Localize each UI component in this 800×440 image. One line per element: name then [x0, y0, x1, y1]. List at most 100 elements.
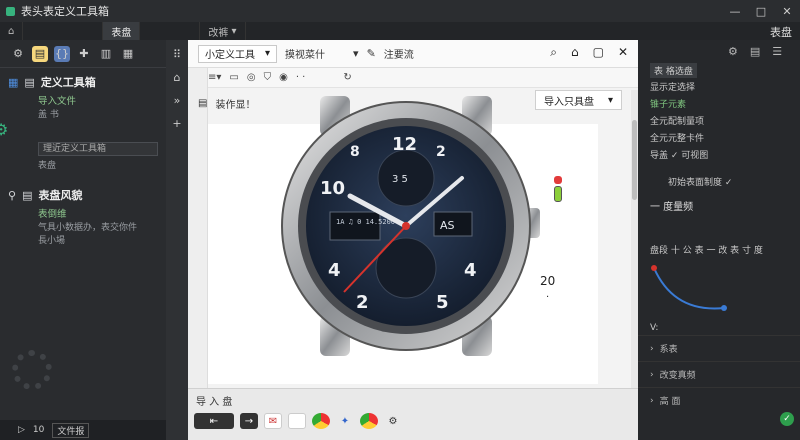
- rp-tab[interactable]: 表 格选盘: [650, 62, 697, 78]
- collapse-icon[interactable]: »: [174, 94, 181, 107]
- toolbox-title[interactable]: 定义工具箱: [41, 74, 96, 90]
- windows-icon: ▦: [8, 75, 19, 89]
- toolbox-input[interactable]: 理近定义工具箱: [38, 142, 158, 156]
- settings-green-icon: ⚙: [0, 120, 9, 139]
- hands-pivot: [402, 222, 410, 230]
- header-right-label: 表盘: [770, 26, 792, 39]
- title-bar: 表头表定义工具箱 — □ ✕: [0, 0, 800, 22]
- app-icon: [6, 6, 15, 16]
- mail-icon[interactable]: ✉: [264, 413, 282, 429]
- align-icon[interactable]: ≡▾: [208, 72, 221, 83]
- book-icon[interactable]: ▥: [98, 46, 114, 62]
- rp-row[interactable]: › 高 面: [638, 387, 800, 413]
- tab-watchface[interactable]: 表盘: [103, 22, 141, 40]
- maximize-icon[interactable]: □: [748, 0, 774, 22]
- toolbox-sub[interactable]: 导入文件: [8, 93, 158, 107]
- close-icon[interactable]: ✕: [618, 45, 628, 60]
- puzzle-icon[interactable]: ✚: [76, 46, 92, 62]
- settings-icon[interactable]: ⚙: [384, 413, 402, 429]
- rp-item[interactable]: 锥子元素: [638, 95, 800, 112]
- rp-slider-label: 盘段 十 公 表 一 改 表 寸 度: [650, 246, 763, 256]
- arrow-left-icon[interactable]: ⇤: [194, 413, 234, 429]
- numeral-12: 12: [392, 134, 417, 155]
- tab-blank-2[interactable]: [140, 22, 201, 40]
- home-icon[interactable]: ⌂: [0, 22, 24, 40]
- pencil-icon[interactable]: ✎: [367, 47, 376, 60]
- list-icon[interactable]: ☰: [772, 45, 782, 58]
- doc-label: 装作显！: [215, 100, 256, 111]
- eye-icon[interactable]: ◉: [279, 72, 288, 83]
- gear-icon[interactable]: ⚙: [728, 45, 738, 58]
- watchstyle-note: 气具小数据办，表交你件: [38, 223, 138, 233]
- home-icon[interactable]: ⌂: [174, 71, 181, 84]
- play-icon[interactable]: ▷: [18, 425, 25, 435]
- rp-item[interactable]: 导盖 ✓ 可视图: [638, 146, 800, 163]
- arrow-right-icon[interactable]: →: [240, 413, 258, 429]
- watch-image: 1A ♫ 0 14.5200 AS 3 5 12 2 4 5 2 4 8 10: [281, 96, 540, 356]
- bottom-number: 10: [32, 425, 45, 435]
- watchstyle-sub[interactable]: 表倒维: [8, 206, 158, 220]
- rp-item[interactable]: 全元元整卡件: [638, 129, 800, 146]
- doc-icon[interactable]: ▤: [750, 45, 760, 58]
- gear-icon[interactable]: ⚙: [10, 46, 26, 62]
- bottom-chip[interactable]: 文件报: [52, 422, 90, 438]
- square-icon[interactable]: ▢: [593, 45, 604, 60]
- numeral-5: 5: [436, 292, 449, 313]
- rp-row-label: 改变真频: [659, 371, 696, 381]
- edit-label[interactable]: 注要流: [384, 46, 414, 61]
- scroll-thumb[interactable]: [632, 120, 637, 200]
- browser-icon[interactable]: [360, 413, 378, 429]
- home-outline-icon[interactable]: ⌂: [571, 45, 579, 60]
- main-toolbar: 小定义工具 ▾ 摸视菜什 ▾ ✎ 注要流 ⌕ ⌂ ▢ ✕: [188, 40, 638, 68]
- vertical-scrollbar[interactable]: [631, 90, 638, 390]
- chevron-right-icon: ›: [650, 369, 654, 380]
- toolbox-sub2: 表盘: [38, 161, 57, 171]
- right-panel: ⚙ ▤ ☰ 表 格选盘 显示定选择 锥子元素 全元配制量项 全元元整卡件 导盖 …: [638, 40, 800, 440]
- rp-row[interactable]: › 系表: [638, 335, 800, 361]
- chrome-icon[interactable]: [312, 413, 330, 429]
- photos-icon[interactable]: ✦: [336, 413, 354, 429]
- numeral-4: 4: [464, 260, 477, 281]
- arc-slider[interactable]: [644, 258, 794, 318]
- taskbar: ⇤ → ✉ ✦ ⚙: [188, 410, 638, 432]
- right-panel-icons: ⚙ ▤ ☰: [638, 40, 800, 62]
- tab-label: 表盘: [111, 27, 132, 39]
- box-icon[interactable]: ▭: [229, 72, 238, 83]
- grid-icon[interactable]: ▦: [120, 46, 136, 62]
- folder-icon[interactable]: [288, 413, 306, 429]
- rp-item[interactable]: 显示定选择: [638, 78, 800, 95]
- watchstyle-title[interactable]: 表盘风貌: [38, 187, 82, 203]
- add-icon[interactable]: +: [172, 117, 181, 130]
- refresh-icon[interactable]: ↻: [343, 72, 351, 83]
- speech-icon[interactable]: ◎: [247, 72, 256, 83]
- rp-section-v: V:: [650, 323, 659, 333]
- grid-dots-icon[interactable]: ⠿: [173, 48, 181, 61]
- check-icon[interactable]: ✓: [780, 412, 794, 426]
- numeral-10: 10: [320, 178, 345, 199]
- tab-blank[interactable]: [23, 22, 104, 40]
- chevron-down-icon[interactable]: ▾: [353, 47, 359, 60]
- chevron-down-icon: ▾: [265, 48, 271, 59]
- rp-mid-text: 初始表面制度 ✓: [668, 178, 733, 188]
- option-label[interactable]: 摸视菜什: [285, 46, 325, 61]
- rp-row[interactable]: › 改变真频: [638, 361, 800, 387]
- left-bottom-bar: ▷ 10 文件报: [0, 420, 166, 440]
- tab-edit[interactable]: 改裤 ▾: [200, 22, 246, 40]
- close-icon[interactable]: ✕: [774, 0, 800, 22]
- window-controls: — □ ✕: [722, 0, 800, 22]
- numeral-8: 8: [350, 144, 360, 160]
- doc-icon: ▤: [22, 188, 33, 202]
- toolbox-section: ▦ ▤ 定义工具箱 导入文件 盖 书 ⚙ 理近定义工具箱 表盘: [0, 68, 166, 177]
- pin-icon: ⚲: [8, 188, 17, 202]
- rp-heading: 一 度量频: [650, 202, 694, 213]
- more-icon[interactable]: · ·: [296, 72, 306, 83]
- search-icon[interactable]: ⌕: [550, 45, 557, 60]
- shield-icon[interactable]: ⛉: [264, 72, 272, 83]
- chevron-down-icon: ▾: [607, 94, 613, 106]
- main-toolbar-icons: ⌕ ⌂ ▢ ✕: [550, 45, 628, 60]
- document-icon[interactable]: ▤: [32, 45, 48, 62]
- code-icon[interactable]: {}: [54, 45, 70, 62]
- rp-item[interactable]: 全元配制量项: [638, 112, 800, 129]
- tool-select[interactable]: 小定义工具 ▾: [198, 44, 278, 63]
- minimize-icon[interactable]: —: [722, 0, 748, 22]
